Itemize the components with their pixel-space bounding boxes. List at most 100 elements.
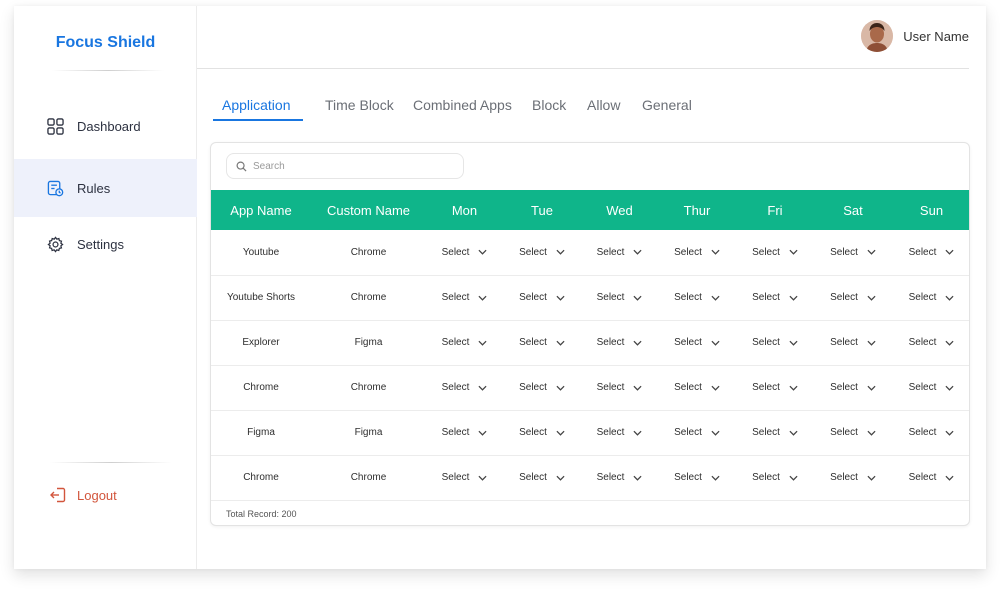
day-select-dropdown[interactable]: Select — [752, 382, 798, 393]
day-cell: Select — [426, 365, 503, 410]
day-select-dropdown[interactable]: Select — [674, 472, 720, 483]
app-name-cell: Chrome — [243, 382, 279, 393]
day-select-dropdown[interactable]: Select — [519, 472, 565, 483]
custom-name-cell: Figma — [354, 427, 383, 438]
day-select-dropdown[interactable]: Select — [830, 472, 876, 483]
day-select-dropdown[interactable]: Select — [909, 472, 955, 483]
table-header-row: App Name Custom Name Mon Tue Wed Thur Fri Sat Su… — [211, 190, 969, 230]
select-label: Select — [674, 427, 702, 438]
logout-button[interactable]: Logout — [49, 486, 117, 504]
day-cell: Select — [892, 455, 969, 500]
day-select-dropdown[interactable]: Select — [442, 472, 488, 483]
day-select-dropdown[interactable]: Select — [597, 427, 643, 438]
chevron-down-icon — [478, 340, 487, 346]
day-select-dropdown[interactable]: Select — [597, 382, 643, 393]
day-select-dropdown[interactable]: Select — [597, 292, 643, 303]
total-record: Total Record: 200 — [226, 509, 297, 519]
day-select-dropdown[interactable]: Select — [519, 247, 565, 258]
day-select-dropdown[interactable]: Select — [519, 337, 565, 348]
chevron-down-icon — [711, 430, 720, 436]
day-select-dropdown[interactable]: Select — [830, 292, 876, 303]
day-select-dropdown[interactable]: Select — [752, 427, 798, 438]
day-select-dropdown[interactable]: Select — [597, 337, 643, 348]
day-select-dropdown[interactable]: Select — [674, 382, 720, 393]
day-select-dropdown[interactable]: Select — [752, 247, 798, 258]
sidebar-item-settings[interactable]: Settings — [14, 215, 197, 273]
select-label: Select — [908, 427, 937, 438]
day-cell: Select — [503, 410, 581, 455]
day-select-dropdown[interactable]: Select — [909, 337, 955, 348]
sidebar-item-rules[interactable]: Rules — [14, 159, 197, 217]
tab-combined-apps[interactable]: Combined Apps — [413, 96, 512, 120]
day-cell: Select — [426, 320, 503, 365]
day-select-dropdown[interactable]: Select — [674, 337, 720, 348]
day-cell: Select — [658, 320, 736, 365]
day-select-dropdown[interactable]: Select — [519, 292, 565, 303]
day-select-dropdown[interactable]: Select — [909, 292, 955, 303]
day-select-dropdown[interactable]: Select — [909, 247, 955, 258]
day-select-dropdown[interactable]: Select — [597, 472, 643, 483]
tab-block[interactable]: Block — [532, 96, 566, 120]
day-select-dropdown[interactable]: Select — [752, 337, 798, 348]
day-select-dropdown[interactable]: Select — [674, 427, 720, 438]
tab-time-block[interactable]: Time Block — [325, 96, 394, 120]
search-box[interactable] — [226, 153, 464, 179]
select-label: Select — [830, 472, 858, 483]
select-label: Select — [519, 427, 547, 438]
sidebar-item-dashboard[interactable]: Dashboard — [14, 97, 197, 155]
day-select-dropdown[interactable]: Select — [597, 247, 643, 258]
select-label: Select — [752, 472, 780, 483]
custom-name-cell: Chrome — [350, 292, 387, 303]
rules-icon — [47, 180, 64, 196]
search-input[interactable] — [253, 160, 443, 172]
select-label: Select — [830, 292, 858, 303]
day-select-dropdown[interactable]: Select — [674, 292, 720, 303]
day-select-dropdown[interactable]: Select — [752, 292, 798, 303]
chevron-down-icon — [789, 295, 798, 301]
day-select-dropdown[interactable]: Select — [519, 382, 565, 393]
day-select-dropdown[interactable]: Select — [830, 247, 876, 258]
select-label: Select — [752, 246, 780, 258]
day-select-dropdown[interactable]: Select — [442, 247, 488, 258]
day-select-dropdown[interactable]: Select — [442, 427, 488, 438]
chevron-down-icon — [633, 250, 642, 255]
day-cell: Select — [892, 275, 969, 320]
grid-icon — [47, 117, 64, 135]
day-select-dropdown[interactable]: Select — [752, 472, 798, 483]
day-select-dropdown[interactable]: Select — [674, 247, 720, 258]
day-select-dropdown[interactable]: Select — [909, 382, 955, 393]
day-select-dropdown[interactable]: Select — [442, 292, 488, 303]
chevron-down-icon — [478, 475, 487, 481]
chevron-down-icon — [633, 385, 642, 391]
day-cell: Select — [892, 320, 969, 365]
select-label: Select — [519, 472, 547, 483]
chevron-down-icon — [867, 385, 876, 391]
day-select-dropdown[interactable]: Select — [909, 427, 955, 438]
tab-application[interactable]: Application — [222, 96, 291, 120]
chevron-down-icon — [945, 385, 954, 391]
select-label: Select — [596, 382, 625, 393]
tab-allow[interactable]: Allow — [587, 96, 620, 120]
chevron-down-icon — [711, 295, 720, 301]
chevron-down-icon — [945, 340, 954, 346]
user-menu[interactable]: User Name — [861, 20, 969, 52]
chevron-down-icon — [867, 340, 876, 346]
active-tab-indicator — [213, 119, 303, 121]
select-label: Select — [908, 382, 937, 393]
day-select-dropdown[interactable]: Select — [442, 382, 488, 393]
chevron-down-icon — [711, 475, 720, 481]
chevron-down-icon — [867, 475, 876, 481]
day-cell: Select — [581, 230, 658, 275]
day-select-dropdown[interactable]: Select — [830, 427, 876, 438]
chevron-down-icon — [556, 430, 565, 436]
day-select-dropdown[interactable]: Select — [442, 337, 488, 348]
chevron-down-icon — [789, 430, 798, 436]
tab-general[interactable]: General — [642, 96, 692, 120]
select-label: Select — [908, 246, 937, 258]
day-select-dropdown[interactable]: Select — [830, 382, 876, 393]
chevron-down-icon — [711, 385, 720, 391]
day-select-dropdown[interactable]: Select — [830, 337, 876, 348]
select-label: Select — [674, 382, 702, 393]
day-select-dropdown[interactable]: Select — [519, 427, 565, 438]
sidebar-item-label: Settings — [77, 236, 124, 252]
